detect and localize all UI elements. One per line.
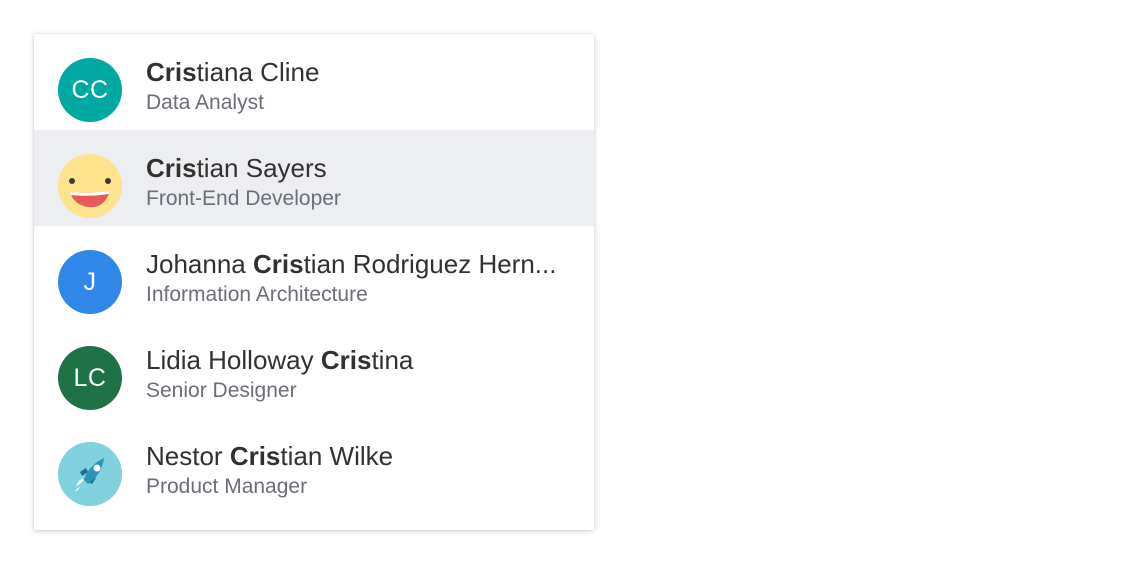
person-item-johanna-cristian[interactable]: J Johanna Cristian Rodriguez Hern... Inf… [34,226,594,322]
person-role: Information Architecture [146,283,368,306]
person-name: Cristiana Cline [146,57,320,87]
name-match-highlight: Cris [252,249,304,279]
person-role: Front-End Developer [146,187,341,210]
person-text: Nestor Cristian Wilke Product Manager [146,439,574,501]
smiley-face-icon [58,154,122,218]
avatar-initials: CC [71,75,109,104]
person-role: Data Analyst [146,91,264,114]
people-suggestions-list: CC Cristiana Cline Data Analyst Cristian… [34,34,594,530]
person-item-cristiana-cline[interactable]: CC Cristiana Cline Data Analyst [34,34,594,130]
avatar: J [58,250,122,314]
person-role: Senior Designer [146,379,297,402]
person-name: Johanna Cristian Rodriguez Hern... [146,249,557,279]
person-item-cristian-sayers[interactable]: Cristian Sayers Front-End Developer [34,130,594,226]
avatar: CC [58,58,122,122]
person-name: Lidia Holloway Cristina [146,345,414,375]
person-text: Cristiana Cline Data Analyst [146,55,574,117]
avatar: LC [58,346,122,410]
person-text: Cristian Sayers Front-End Developer [146,151,574,213]
name-match-highlight: Cris [320,345,372,375]
rocket-icon [58,442,122,506]
person-item-nestor-wilke[interactable]: Nestor Cristian Wilke Product Manager [34,418,594,514]
avatar-initials: LC [73,363,107,392]
avatar-initials: J [83,267,97,296]
person-text: Lidia Holloway Cristina Senior Designer [146,343,574,405]
person-item-lidia-holloway[interactable]: LC Lidia Holloway Cristina Senior Design… [34,322,594,418]
person-name: Nestor Cristian Wilke [146,441,394,471]
person-role: Product Manager [146,475,308,498]
person-text: Johanna Cristian Rodriguez Hern... Infor… [146,247,574,309]
person-name: Cristian Sayers [146,153,327,183]
rocket-icon [58,442,122,506]
smiley-face-icon [58,154,122,218]
name-match-highlight: Cris [146,57,197,87]
name-match-highlight: Cris [229,441,281,471]
name-match-highlight: Cris [146,153,197,183]
